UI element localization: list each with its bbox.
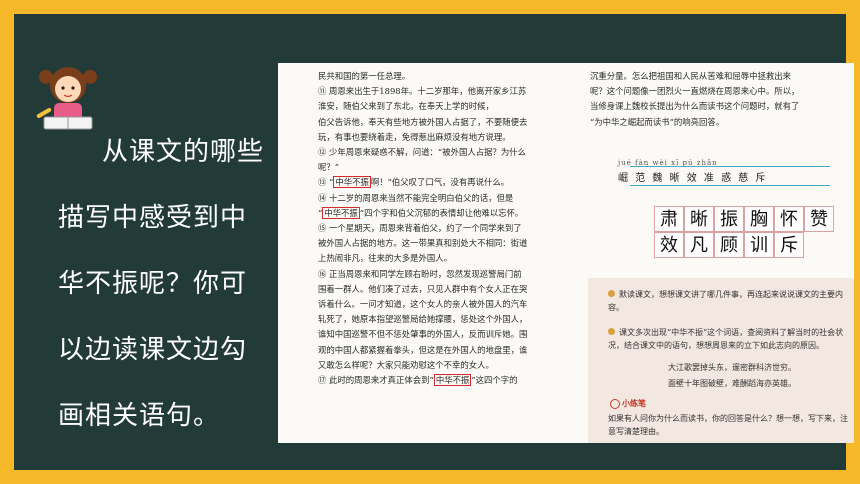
text-line: 呢？这个问题像一团烈火一直燃烧在周恩来心中。所以， [590,86,800,97]
text-line: 伯父告诉他，奉天有些地方被外国人占据了，不要随便去 [318,116,528,127]
text-line: 围着一群人。他们凑了过去，只见人群中有个女人正在哭 [318,283,528,294]
text-line: 被外国人占据的地方。这一带果真和别处大不相同：街道 [318,238,528,249]
poem-line: 面壁十年图破壁，难酬蹈海亦英雄。 [668,379,796,388]
highlight-box: 中华不振 [433,374,472,387]
exercise-text: 课文多次出现“中华不振”这个词语，查阅资料了解当时的社会状况，结合课文中的语句，… [608,328,844,350]
exercise-text: 默读课文，想想课文讲了哪几件事，再连起来说说课文的主要内容。 [608,290,843,312]
pencil-icon [610,399,620,409]
text-line: 谁知中国巡警不但不惩处肇事的外国人，反而训斥她。围 [318,329,528,340]
slide-background: 从课文的哪些描写中感受到中华不振呢？你可以边读课文边勾画相关语句。 民共和国的第… [14,14,854,470]
text-line: 诉着什么。一问才知道，这个女人的亲人被外国人的汽车 [318,299,528,310]
bullet-icon [608,328,615,335]
grid-character: 凡 [684,232,714,258]
exercise-item: 默读课文，想想课文讲了哪几件事，再连起来说说课文的主要内容。 [608,288,848,314]
grid-character: 晰 [684,206,714,232]
text-line: ⑪ 周恩来出生于1898年。十二岁那年，他离开家乡江苏 [318,86,527,97]
grid-character: 怀 [774,206,804,232]
poem-line: 大江歌罢掉头东，邃密群科济世穷。 [668,363,796,372]
vocab-divider-top [630,166,830,167]
bullet-icon [608,290,615,297]
text-line: ⑫ 少年周恩来疑惑不解，问道：“被外国人占据？为什么 [318,147,526,158]
writing-character-grid: 肃 晰 振 胸 怀 赞 效 凡 顾 训 斥 [654,206,834,258]
text-line: ⑮ 一个星期天，周恩来背着伯父，约了一个同学来到了 [318,223,522,234]
text-line: 淮安，随伯父来到了东北。在奉天上学的时候， [318,101,494,112]
vocab-characters: 崛 范 魏 晰 效 准 惑 慈 斥 [618,173,768,184]
vocab-divider-bottom [630,185,830,186]
question-prompt: 从课文的哪些描写中感受到中华不振呢？你可以边读课文边勾画相关语句。 [58,137,265,431]
textbook-left-column: 民共和国的第一任总理。 ⑪ 周恩来出生于1898年。十二岁那年，他离开家乡江苏 … [318,69,580,388]
grid-character: 训 [744,232,774,258]
grid-character: 肃 [654,206,684,232]
practice-text: 如果有人问你为什么而读书，你的回答是什么？想一想，写下来，注意写清楚理由。 [608,414,848,436]
grid-character: 胸 [744,206,774,232]
text-line: 轧死了，她原本指望巡警局给她撑腰，惩处这个外国人， [318,314,528,325]
grid-character: 赞 [804,206,834,232]
text-line: 呢？” [318,162,340,173]
textbook-right-column: 沉重分量。怎么把祖国和人民从苦难和屈辱中拯救出来 呢？这个问题像一团烈火一直燃烧… [590,69,850,130]
text-line: 当修身课上魏校长提出为什么而读书这个问题时，就有了 [590,101,800,112]
highlight-box: 中华不振 [333,176,371,189]
grid-character: 顾 [714,232,744,258]
exercise-section: 默读课文，想想课文讲了哪几件事，再连起来说说课文的主要内容。 课文多次出现“中华… [588,278,854,443]
text-line: 沉重分量。怎么把祖国和人民从苦难和屈辱中拯救出来 [590,71,791,81]
text-line: “为中华之崛起而读书”的响亮回答。 [590,116,725,127]
practice-label: 小练笔 [610,398,646,409]
text-line: ⑯ 正当周恩来和同学左顾右盼时，忽然发现巡警局门前 [318,268,522,279]
exercise-item: 课文多次出现“中华不振”这个词语，查阅资料了解当时的社会状况，结合课文中的语句，… [608,326,848,352]
text-line-highlighted: “中华不振 ”四个字和伯父沉郁的表情却让他难以忘怀。 [318,206,524,219]
grid-character-empty [804,232,834,258]
text-line: 民共和国的第一任总理。 [318,71,411,81]
text-line: 观的中国人都紧握着拳头，但这是在外国人的地盘里，谁 [318,344,528,355]
text-line: 上热闹非凡，往来的大多是外国人。 [318,253,452,264]
grid-character: 效 [654,232,684,258]
text-line: 玩，有事也要绕着走，免得惹出麻烦没有地方说理。 [318,131,511,142]
left-panel: 从课文的哪些描写中感受到中华不振呢？你可以边读课文边勾画相关语句。 [14,14,276,470]
grid-character: 振 [714,206,744,232]
grid-character: 斥 [774,232,804,258]
text-line-highlighted: ⑰ 此时的周恩来才真正体会到“ 中华不振 ”这四个字的 [318,374,518,387]
text-line-highlighted: ⑬ “中华不振 啊！”伯父叹了口气，没有再说什么。 [318,176,510,189]
textbook-page-image: 民共和国的第一任总理。 ⑪ 周恩来出生于1898年。十二岁那年，他离开家乡江苏 … [278,63,854,443]
text-line: 又敢怎么样呢？大家只能劝慰这个不幸的女人。 [318,359,494,370]
highlight-box: 中华不振 [322,206,360,219]
text-line: ⑭ 十二岁的周恩来当然不能完全明白伯父的话，但是 [318,192,514,203]
practice-label-text: 小练笔 [622,398,646,408]
